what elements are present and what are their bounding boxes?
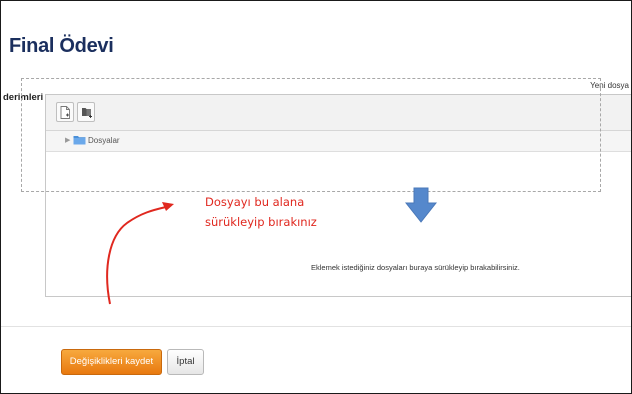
instruction-annotation: Dosyayı bu alana sürükleyip bırakınız bbox=[205, 192, 317, 232]
screenshot-frame: Final Ödevi derimleri Yeni dosya ▶ Dosya… bbox=[0, 0, 632, 394]
divider bbox=[1, 326, 631, 327]
drop-zone-text: Eklemek istediğiniz dosyaları buraya sür… bbox=[311, 263, 520, 272]
annotation-line-1: Dosyayı bu alana bbox=[205, 195, 305, 209]
cancel-button[interactable]: İptal bbox=[167, 349, 204, 375]
down-arrow-icon bbox=[405, 187, 437, 223]
page-title: Final Ödevi bbox=[9, 35, 114, 57]
annotation-line-2: sürükleyip bırakınız bbox=[205, 215, 317, 229]
save-changes-button[interactable]: Değişiklikleri kaydet bbox=[61, 349, 162, 375]
file-drop-zone[interactable] bbox=[21, 78, 601, 192]
